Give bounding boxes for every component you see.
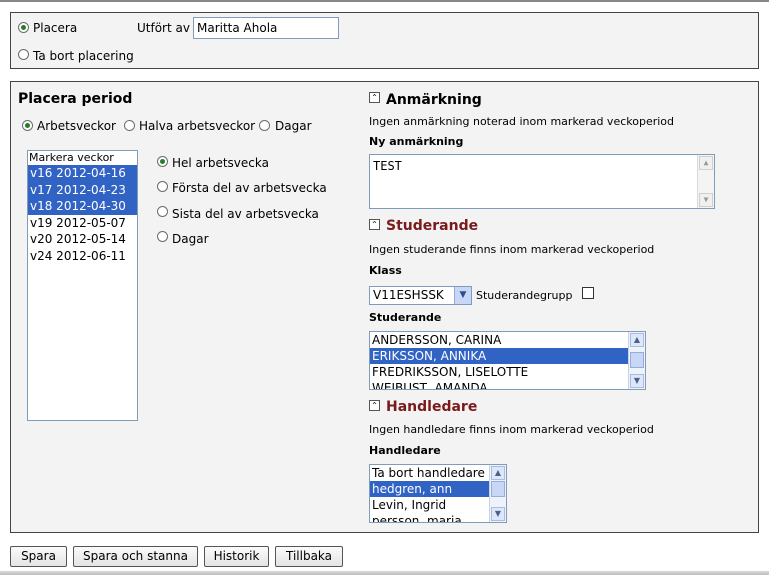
students-scrollbar[interactable]: ▲ ▼ xyxy=(628,332,645,389)
scroll-thumb[interactable] xyxy=(630,352,644,368)
arrow-down-icon[interactable]: ▼ xyxy=(491,507,505,521)
week-option[interactable]: v17 2012-04-23 xyxy=(28,181,137,198)
arrow-up-icon[interactable]: ▲ xyxy=(491,466,505,480)
remark-info: Ingen anmärkning noterad inom markerad v… xyxy=(369,115,675,128)
supervisor-option[interactable]: persson, maria xyxy=(370,513,490,522)
supervisors-listbox[interactable]: Ta bort handledare hedgren, ann Levin, I… xyxy=(369,464,507,523)
class-select-value: V11ESHSSK xyxy=(373,288,444,302)
period-title: Placera period xyxy=(18,91,133,107)
new-remark-label: Ny anmärkning xyxy=(369,135,464,148)
arrow-up-icon[interactable]: ▲ xyxy=(630,333,644,347)
save-button[interactable]: Spara xyxy=(10,546,67,567)
part-label-first-part: Första del av arbetsvecka xyxy=(172,181,327,195)
window-bottom-border xyxy=(0,571,769,575)
supervisors-list-label: Handledare xyxy=(369,444,441,457)
week-option[interactable]: v24 2012-06-11 xyxy=(28,248,137,265)
students-list-label: Studerande xyxy=(369,311,442,324)
student-option[interactable]: ANDERSSON, CARINA xyxy=(370,332,629,348)
student-option[interactable]: FREDRIKSSON, LISELOTTE xyxy=(370,364,629,380)
arrow-up-icon[interactable]: ▲ xyxy=(699,156,713,170)
supervisor-option[interactable]: hedgren, ann xyxy=(370,481,490,497)
arrow-down-icon[interactable]: ▼ xyxy=(630,374,644,388)
students-info: Ingen studerande finns inom markerad vec… xyxy=(369,243,655,256)
collapse-icon[interactable]: ⌃ xyxy=(369,219,380,230)
mode-radio-workweeks[interactable] xyxy=(22,120,33,131)
chevron-down-icon[interactable]: ▼ xyxy=(454,287,471,304)
place-label: Placera xyxy=(33,21,78,35)
supervisors-info: Ingen handledare finns inom markerad vec… xyxy=(369,423,654,436)
mode-radio-days[interactable] xyxy=(259,120,270,131)
save-and-stay-button[interactable]: Spara och stanna xyxy=(73,546,198,567)
class-label: Klass xyxy=(369,264,402,277)
part-label-last-part: Sista del av arbetsvecka xyxy=(172,207,319,221)
student-group-label: Studerandegrupp xyxy=(476,289,573,302)
remark-scrollbar[interactable]: ▲ ▼ xyxy=(697,155,714,208)
supervisors-title: Handledare xyxy=(386,399,478,415)
scroll-thumb[interactable] xyxy=(491,481,505,497)
part-radio-full-week[interactable] xyxy=(157,156,168,167)
students-title: Studerande xyxy=(386,218,479,234)
part-label-full-week: Hel arbetsvecka xyxy=(172,156,269,170)
student-option[interactable]: ERIKSSON, ANNIKA xyxy=(370,348,629,364)
place-radio[interactable] xyxy=(18,22,29,33)
new-remark-textarea[interactable]: TEST ▲ ▼ xyxy=(369,154,715,209)
window-top-border xyxy=(0,0,769,2)
arrow-down-icon[interactable]: ▼ xyxy=(699,193,713,207)
back-button[interactable]: Tillbaka xyxy=(275,546,343,567)
students-listbox[interactable]: ANDERSSON, CARINA ERIKSSON, ANNIKA FREDR… xyxy=(369,331,646,390)
supervisor-option[interactable]: Levin, Ingrid xyxy=(370,497,490,513)
week-option[interactable]: v20 2012-05-14 xyxy=(28,231,137,248)
supervisors-scrollbar[interactable]: ▲ ▼ xyxy=(489,465,506,522)
part-label-days: Dagar xyxy=(172,232,209,246)
mode-radio-halfweeks[interactable] xyxy=(124,120,135,131)
remove-placement-radio[interactable] xyxy=(18,49,29,60)
class-select[interactable]: V11ESHSSK ▼ xyxy=(369,286,472,305)
part-radio-days[interactable] xyxy=(157,231,168,242)
supervisor-option[interactable]: Ta bort handledare xyxy=(370,465,490,481)
collapse-icon[interactable]: ⌃ xyxy=(369,400,380,411)
new-remark-value: TEST xyxy=(373,159,402,173)
part-radio-last-part[interactable] xyxy=(157,206,168,217)
remark-title: Anmärkning xyxy=(386,92,482,108)
week-option[interactable]: v16 2012-04-16 xyxy=(28,165,137,182)
student-option[interactable]: WEIBUST, AMANDA xyxy=(370,380,629,389)
mode-label-workweeks: Arbetsveckor xyxy=(37,119,116,133)
mode-label-halfweeks: Halva arbetsveckor xyxy=(139,119,256,133)
collapse-icon[interactable]: ⌃ xyxy=(369,92,380,103)
remove-placement-label: Ta bort placering xyxy=(33,49,134,63)
mark-weeks-label: Markera veckor xyxy=(29,151,114,164)
weeks-listbox[interactable]: Markera veckor v16 2012-04-16 v17 2012-0… xyxy=(27,150,138,421)
mode-label-days: Dagar xyxy=(275,119,312,133)
week-option[interactable]: v18 2012-04-30 xyxy=(28,198,137,215)
performed-by-label: Utfört av xyxy=(137,21,190,35)
week-option[interactable]: v19 2012-05-07 xyxy=(28,215,137,232)
performed-by-input[interactable] xyxy=(193,17,339,39)
part-radio-first-part[interactable] xyxy=(157,181,168,192)
student-group-checkbox[interactable] xyxy=(582,287,594,299)
history-button[interactable]: Historik xyxy=(204,546,269,567)
